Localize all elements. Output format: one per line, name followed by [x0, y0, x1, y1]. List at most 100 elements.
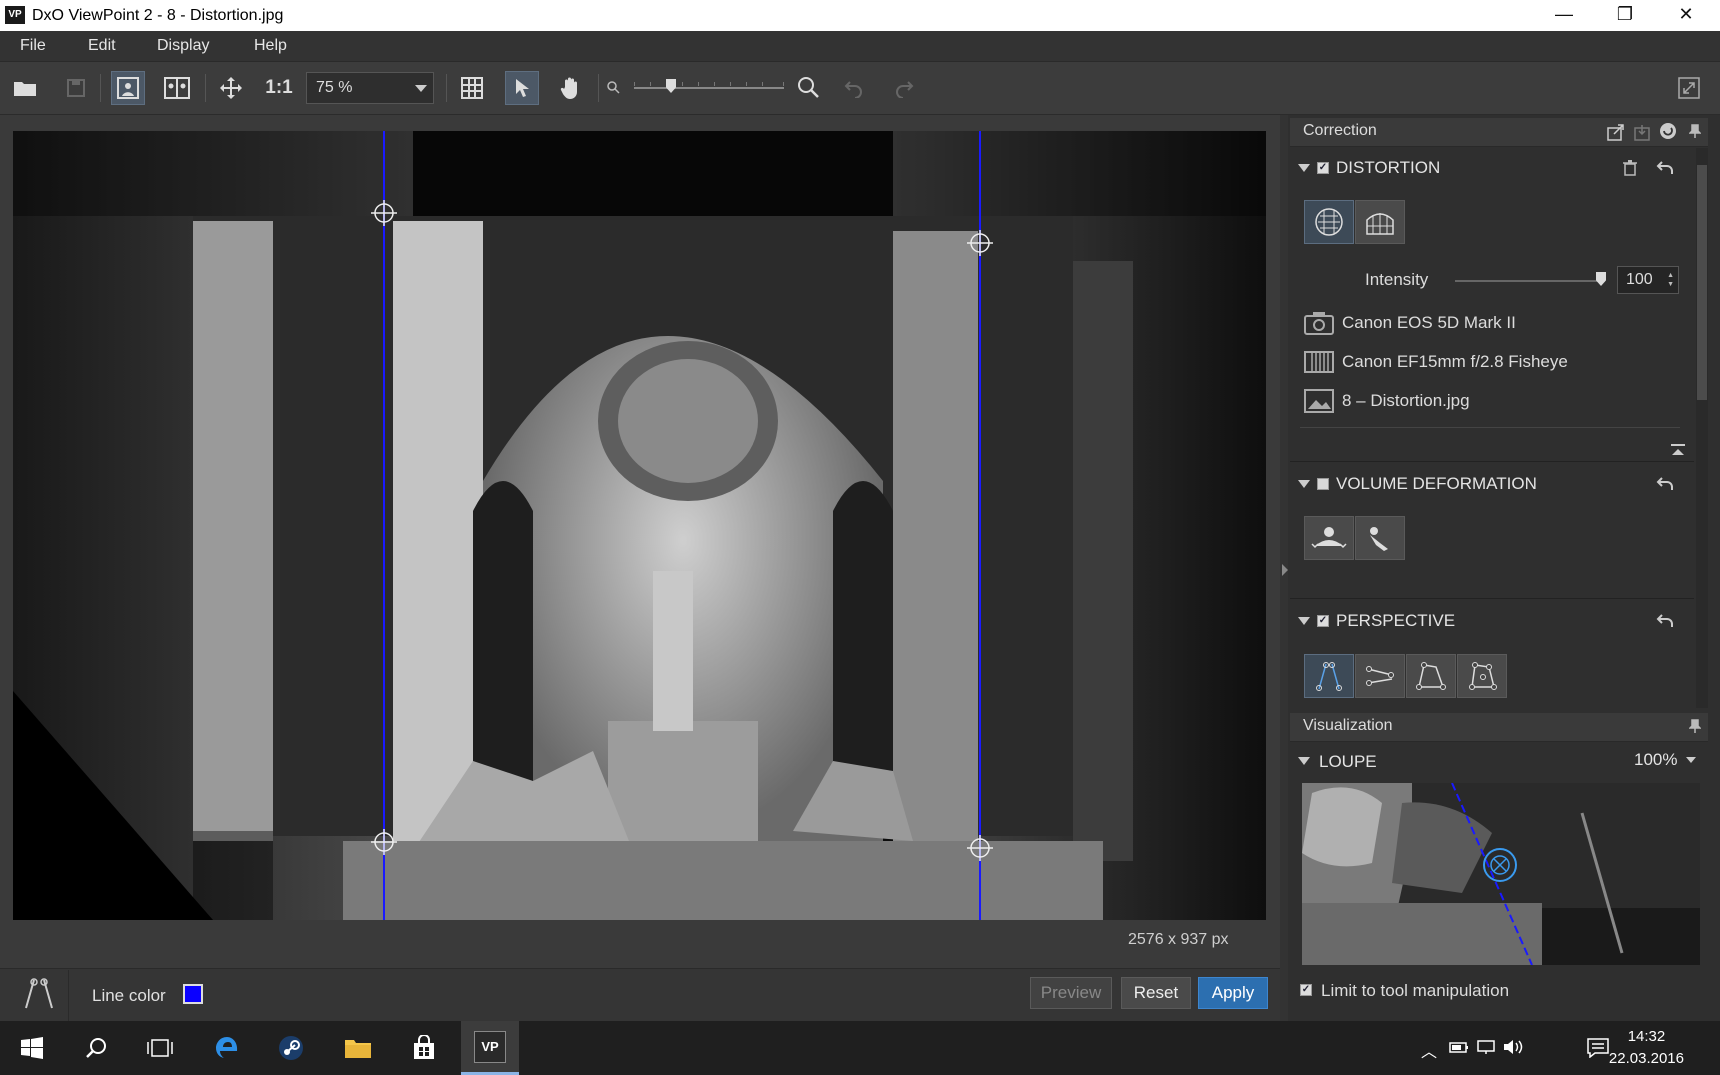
intensity-slider[interactable] — [1455, 280, 1605, 282]
viewpoint-app-icon: VP — [474, 1030, 506, 1063]
pin-icon[interactable] — [1688, 719, 1702, 738]
divider — [1290, 598, 1694, 599]
vertical-lines-icon[interactable] — [1304, 654, 1354, 698]
collapse-triangle-icon[interactable] — [1298, 480, 1310, 488]
maximize-button[interactable]: ❐ — [1597, 0, 1653, 31]
open-folder-icon[interactable] — [9, 71, 43, 105]
undo-icon[interactable] — [837, 71, 871, 105]
viewpoint-taskbar-button[interactable]: VP — [461, 1021, 519, 1075]
visualization-title: Visualization — [1303, 717, 1393, 734]
distortion-checkbox[interactable]: ✓ — [1317, 162, 1329, 174]
loupe-title: LOUPE — [1319, 752, 1377, 771]
line-color-label: Line color — [92, 986, 166, 1005]
zoom-in-icon[interactable] — [797, 76, 819, 103]
trash-icon[interactable] — [1623, 160, 1637, 181]
volume-icon[interactable] — [1503, 1039, 1525, 1060]
reset-button[interactable]: Reset — [1121, 977, 1191, 1009]
line-color-swatch[interactable] — [183, 984, 203, 1004]
lens-name: Canon EF15mm f/2.8 Fisheye — [1342, 352, 1568, 371]
minimize-button[interactable]: — — [1536, 0, 1592, 31]
undo-icon[interactable] — [1656, 613, 1674, 634]
menu-file[interactable]: File — [20, 37, 46, 55]
apply-button[interactable]: Apply — [1198, 977, 1268, 1009]
zoom-out-icon[interactable] — [606, 80, 620, 99]
menu-bar: File Edit Display Help — [0, 31, 1720, 62]
divider — [1290, 461, 1694, 462]
preview-button[interactable]: Preview — [1030, 977, 1112, 1009]
collapse-triangle-icon[interactable] — [1298, 757, 1310, 765]
app-logo-icon: VP — [5, 6, 25, 24]
windows-start-icon[interactable] — [3, 1021, 61, 1075]
store-icon[interactable] — [395, 1021, 453, 1075]
pointer-icon[interactable] — [505, 71, 539, 105]
pin-icon[interactable] — [1688, 124, 1702, 143]
battery-icon[interactable] — [1449, 1039, 1469, 1060]
correction-title: Correction — [1303, 122, 1377, 139]
edge-browser-icon[interactable] — [198, 1021, 256, 1075]
scrollbar-thumb[interactable] — [1697, 165, 1707, 400]
compare-view-icon[interactable] — [160, 71, 194, 105]
cylindrical-mode-icon[interactable] — [1304, 516, 1354, 560]
network-icon[interactable] — [1477, 1039, 1497, 1060]
zoom-slider-thumb[interactable] — [666, 79, 676, 93]
zoom-select[interactable]: 75 % — [306, 72, 434, 104]
clock-date: 22.03.2016 — [1608, 1050, 1684, 1067]
notifications-icon[interactable] — [1587, 1038, 1609, 1063]
barrel-mode-icon[interactable] — [1355, 200, 1405, 244]
redo-icon[interactable] — [887, 71, 921, 105]
spinner-arrows-icon[interactable]: ▲ ▼ — [1667, 271, 1674, 289]
import-icon[interactable] — [1634, 123, 1652, 146]
collapse-section-icon[interactable] — [1671, 443, 1685, 461]
separator — [205, 74, 206, 102]
lens-icon — [1304, 351, 1334, 378]
fullscreen-icon[interactable] — [1672, 71, 1706, 105]
horizontal-lines-icon[interactable] — [1355, 654, 1405, 698]
file-explorer-icon[interactable] — [329, 1021, 387, 1075]
rectangle-icon[interactable] — [1406, 654, 1456, 698]
volume-deformation-checkbox[interactable] — [1317, 478, 1329, 490]
camera-name: Canon EOS 5D Mark II — [1342, 313, 1516, 332]
chevron-down-icon — [415, 85, 427, 92]
close-button[interactable]: ✕ — [1658, 0, 1714, 31]
undo-icon[interactable] — [1656, 476, 1674, 497]
window-title: DxO ViewPoint 2 - 8 - Distortion.jpg — [32, 7, 284, 24]
menu-display[interactable]: Display — [157, 37, 209, 55]
single-view-icon[interactable] — [111, 71, 145, 105]
steam-icon[interactable] — [262, 1021, 320, 1075]
intensity-spinbox[interactable]: 100 ▲ ▼ — [1617, 266, 1679, 294]
perspective-lines-icon[interactable] — [22, 978, 56, 1015]
intensity-value: 100 — [1626, 271, 1653, 288]
limit-to-tool-checkbox[interactable]: ✓ — [1300, 984, 1312, 996]
chevron-up-icon[interactable]: ︿ — [1421, 1038, 1437, 1062]
taskbar-clock[interactable]: 14:32 22.03.2016 — [1609, 1026, 1684, 1070]
fisheye-mode-icon[interactable] — [1304, 200, 1354, 244]
image-file-icon — [1304, 389, 1334, 418]
save-icon[interactable] — [59, 71, 93, 105]
move-icon[interactable] — [214, 71, 248, 105]
loupe-preview — [1302, 783, 1700, 965]
export-icon[interactable] — [1607, 123, 1625, 146]
collapse-triangle-icon[interactable] — [1298, 164, 1310, 172]
task-view-icon[interactable] — [131, 1021, 189, 1075]
zoom-slider[interactable] — [634, 82, 784, 89]
undo-icon[interactable] — [1656, 160, 1674, 181]
toolbar: 1:1 75 % — [0, 62, 1720, 115]
spherical-mode-icon[interactable] — [1355, 516, 1405, 560]
eight-points-icon[interactable] — [1457, 654, 1507, 698]
perspective-checkbox[interactable]: ✓ — [1317, 615, 1329, 627]
grid-icon[interactable] — [455, 71, 489, 105]
hand-icon[interactable] — [553, 71, 587, 105]
file-name: 8 – Distortion.jpg — [1342, 391, 1470, 410]
actual-size-button[interactable]: 1:1 — [262, 71, 296, 105]
menu-help[interactable]: Help — [254, 37, 287, 55]
menu-edit[interactable]: Edit — [88, 37, 116, 55]
image-dimensions: 2576 x 937 px — [1128, 931, 1229, 948]
reset-all-icon[interactable] — [1659, 122, 1677, 145]
chevron-down-icon[interactable] — [1686, 757, 1696, 763]
image-preview[interactable] — [13, 131, 1266, 920]
separator — [68, 970, 69, 1022]
collapse-triangle-icon[interactable] — [1298, 617, 1310, 625]
search-icon[interactable] — [67, 1021, 125, 1075]
loupe-zoom-value[interactable]: 100% — [1634, 750, 1677, 770]
clock-time: 14:32 — [1627, 1028, 1666, 1045]
